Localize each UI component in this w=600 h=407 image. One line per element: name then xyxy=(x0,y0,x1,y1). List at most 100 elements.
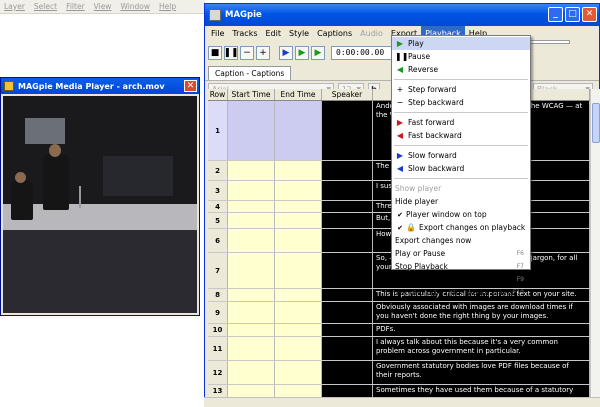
menu-item-export-changes-on-playback[interactable]: ✔ 🔒 Export changes on playback xyxy=(392,221,530,234)
end-time-cell[interactable] xyxy=(275,324,322,336)
scrollbar-thumb[interactable] xyxy=(592,103,600,143)
tab-caption-captions[interactable]: Caption - Captions xyxy=(208,66,292,80)
step-forward-button[interactable]: + xyxy=(256,46,270,60)
speaker-cell[interactable] xyxy=(322,229,373,252)
menu-item-export-changes-now[interactable]: Export changes now xyxy=(392,234,530,247)
start-time-cell[interactable] xyxy=(228,289,275,301)
speaker-cell[interactable] xyxy=(322,337,373,360)
header-start-time[interactable]: Start Time xyxy=(228,89,275,100)
magpie-titlebar[interactable]: MAGpie xyxy=(205,4,599,26)
menu-item-set-end-time-from-media-player[interactable]: Set end time from media player F10 xyxy=(392,286,530,299)
start-time-cell[interactable] xyxy=(228,361,275,384)
speaker-cell[interactable] xyxy=(322,324,373,336)
speaker-cell[interactable] xyxy=(322,161,373,180)
stop-button[interactable]: ■ xyxy=(208,46,222,60)
menu-item-step-forward[interactable]: + Step forward xyxy=(392,83,530,96)
start-time-cell[interactable] xyxy=(228,213,275,228)
end-time-cell[interactable] xyxy=(275,253,322,288)
media-player-close-button[interactable]: ✕ xyxy=(184,80,197,92)
menu-item-hide-player[interactable]: Hide player xyxy=(392,195,530,208)
maximize-button[interactable]: □ xyxy=(565,7,580,22)
speaker-cell[interactable] xyxy=(322,302,373,323)
menu-style[interactable]: Style xyxy=(285,26,313,42)
menu-edit[interactable]: Edit xyxy=(262,26,286,42)
menu-captions[interactable]: Captions xyxy=(313,26,356,42)
pause-button[interactable]: ❚❚ xyxy=(223,46,239,60)
header-row[interactable]: Row xyxy=(208,89,228,100)
start-time-cell[interactable] xyxy=(228,181,275,200)
menu-item-play-or-pause[interactable]: Play or Pause F6 xyxy=(392,247,530,260)
header-speaker[interactable]: Speaker xyxy=(322,89,373,100)
menu-item-show-player[interactable]: Show player xyxy=(392,182,530,195)
end-time-cell[interactable] xyxy=(275,201,322,212)
end-time-cell[interactable] xyxy=(275,385,322,397)
speaker-cell[interactable] xyxy=(322,201,373,212)
bg-menu-layer[interactable]: Layer xyxy=(4,2,25,11)
table-row[interactable]: 11 I always talk about this because it's … xyxy=(208,337,590,361)
caption-cell[interactable]: Government statutory bodies love PDF fil… xyxy=(373,361,590,384)
start-time-cell[interactable] xyxy=(228,161,275,180)
start-time-cell[interactable] xyxy=(228,385,275,397)
menu-item-stop-playback[interactable]: Stop Playback F7 xyxy=(392,260,530,273)
bg-menu-view[interactable]: View xyxy=(94,2,112,11)
video-frame[interactable] xyxy=(3,96,197,313)
end-time-cell[interactable] xyxy=(275,213,322,228)
menu-tracks[interactable]: Tracks xyxy=(228,26,261,42)
table-row[interactable]: 10 PDFs. xyxy=(208,324,590,337)
start-time-cell[interactable] xyxy=(228,201,275,212)
start-time-cell[interactable] xyxy=(228,324,275,336)
table-row[interactable]: 13 Sometimes they have used them because … xyxy=(208,385,590,397)
end-time-cell[interactable] xyxy=(275,337,322,360)
caption-cell[interactable]: Obviously associated with images are dow… xyxy=(373,302,590,323)
speaker-cell[interactable] xyxy=(322,253,373,288)
menu-audio[interactable]: Audio xyxy=(356,26,387,42)
end-time-cell[interactable] xyxy=(275,361,322,384)
speaker-cell[interactable] xyxy=(322,101,373,160)
speaker-cell[interactable] xyxy=(322,213,373,228)
menu-item-set-start-time-from-media-player[interactable]: Set start time from media player F9 xyxy=(392,273,530,286)
header-end-time[interactable]: End Time xyxy=(275,89,322,100)
menu-item-slow-backward[interactable]: ◀ Slow backward xyxy=(392,162,530,175)
menu-file[interactable]: File xyxy=(207,26,228,42)
media-player-titlebar[interactable]: MAGpie Media Player - arch.mov xyxy=(1,78,199,94)
end-time-cell[interactable] xyxy=(275,229,322,252)
menu-item-step-backward[interactable]: − Step backward xyxy=(392,96,530,109)
step-backward-button[interactable]: − xyxy=(240,46,254,60)
menu-item-fast-backward[interactable]: ◀ Fast backward xyxy=(392,129,530,142)
end-time-cell[interactable] xyxy=(275,289,322,301)
start-time-cell[interactable] xyxy=(228,337,275,360)
table-row[interactable]: 9 Obviously associated with images are do… xyxy=(208,302,590,324)
end-time-cell[interactable] xyxy=(275,101,322,160)
menu-item-pause[interactable]: ❚❚ Pause xyxy=(392,50,530,63)
fast-play-button[interactable]: ▶ xyxy=(311,46,325,60)
end-time-cell[interactable] xyxy=(275,161,322,180)
bg-menu-filter[interactable]: Filter xyxy=(66,2,85,11)
start-time-cell[interactable] xyxy=(228,253,275,288)
start-time-cell[interactable] xyxy=(228,302,275,323)
start-time-cell[interactable] xyxy=(228,101,275,160)
menu-item-slow-forward[interactable]: ▶ Slow forward xyxy=(392,149,530,162)
bg-menu-select[interactable]: Select xyxy=(34,2,57,11)
speaker-cell[interactable] xyxy=(322,289,373,301)
menu-item-player-window-on-top[interactable]: ✔ Player window on top xyxy=(392,208,530,221)
minimize-button[interactable]: _ xyxy=(548,7,563,22)
bg-menu-help[interactable]: Help xyxy=(159,2,176,11)
menu-item-play[interactable]: ▶ Play xyxy=(392,37,530,50)
play-button[interactable]: ▶ xyxy=(295,46,309,60)
table-vertical-scrollbar[interactable] xyxy=(590,89,600,397)
end-time-cell[interactable] xyxy=(275,181,322,200)
close-button[interactable]: ✕ xyxy=(582,7,597,22)
caption-cell[interactable]: I always talk about this because it's a … xyxy=(373,337,590,360)
bg-menu-window[interactable]: Window xyxy=(120,2,150,11)
speaker-cell[interactable] xyxy=(322,361,373,384)
table-horizontal-scrollbar[interactable] xyxy=(204,397,600,407)
caption-cell[interactable]: Sometimes they have used them because of… xyxy=(373,385,590,397)
slow-play-button[interactable]: ▶ xyxy=(279,46,293,60)
speaker-cell[interactable] xyxy=(322,385,373,397)
speaker-cell[interactable] xyxy=(322,181,373,200)
caption-cell[interactable]: PDFs. xyxy=(373,324,590,336)
menu-item-fast-forward[interactable]: ▶ Fast forward xyxy=(392,116,530,129)
end-time-cell[interactable] xyxy=(275,302,322,323)
menu-item-reverse[interactable]: ◀ Reverse xyxy=(392,63,530,76)
table-row[interactable]: 12 Government statutory bodies love PDF f… xyxy=(208,361,590,385)
